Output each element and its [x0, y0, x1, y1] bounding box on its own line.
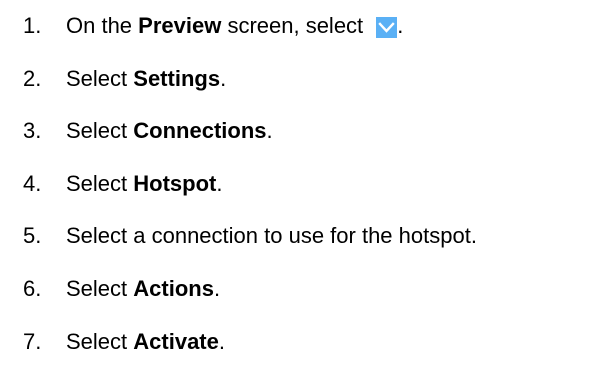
step-keyword-settings: Settings: [133, 65, 221, 91]
step-text: Select Actions .: [66, 263, 220, 316]
chevron-down-icon: [376, 16, 398, 38]
step-text: Select Settings .: [66, 53, 226, 106]
step-text-before: Select: [66, 65, 134, 91]
step-text: Select Connections .: [66, 105, 273, 158]
step-keyword-preview: Preview: [138, 13, 222, 38]
step-text-before: Select: [66, 170, 134, 196]
step-number: 1.: [23, 13, 42, 38]
step-text: Select a connection to use for the hotsp…: [66, 210, 477, 263]
step-text-after: .: [213, 275, 221, 301]
step-text-after: .: [266, 118, 273, 144]
step-keyword-actions: Actions: [133, 275, 214, 301]
step-text: Select Activate .: [66, 316, 225, 368]
step-7: 7. Select Activate .: [23, 316, 477, 368]
step-number: 5.: [23, 223, 42, 249]
step-keyword-hotspot: Hotspot: [133, 170, 217, 196]
step-number: 4.: [23, 170, 42, 196]
step-number: 2.: [23, 65, 42, 91]
step-number: 6.: [23, 275, 42, 301]
step-3: 3. Select Connections .: [23, 105, 477, 158]
step-text-before: Select a connection to use for the hotsp…: [66, 223, 477, 249]
step-text-before: Select: [66, 118, 134, 144]
step-5: 5. Select a connection to use for the ho…: [23, 210, 477, 263]
step-text-after: .: [216, 170, 223, 196]
step-text-after: .: [220, 65, 227, 91]
step-4: 4. Select Hotspot .: [23, 158, 477, 211]
step-text-before: On the: [66, 13, 139, 38]
step-6: 6. Select Actions .: [23, 263, 477, 316]
instruction-steps: 1. On the Preview screen, select . 2. Se…: [23, 0, 477, 368]
step-text: On the Preview screen, select .: [66, 0, 403, 53]
step-keyword-activate: Activate: [133, 328, 219, 354]
step-keyword-connections: Connections: [133, 118, 267, 144]
step-2: 2. Select Settings .: [23, 53, 477, 106]
step-text-after: .: [218, 328, 225, 354]
step-number: 7.: [23, 328, 42, 354]
step-text-before: Select: [66, 275, 134, 301]
step-text-after: screen, select: [221, 13, 370, 38]
step-number: 3.: [23, 118, 42, 144]
step-text: Select Hotspot .: [66, 158, 222, 211]
step-1: 1. On the Preview screen, select .: [23, 0, 477, 53]
step-text-end: .: [397, 13, 404, 38]
step-text-before: Select: [66, 328, 134, 354]
